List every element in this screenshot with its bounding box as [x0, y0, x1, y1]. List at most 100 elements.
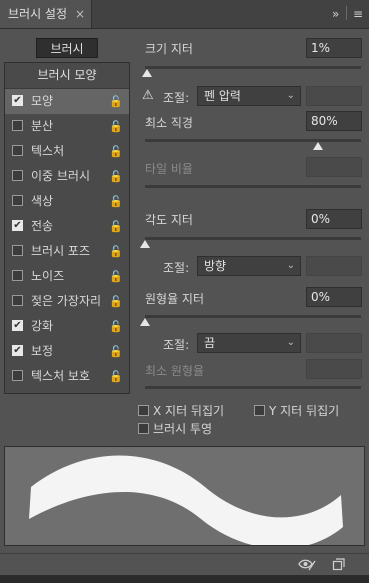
list-item-checkbox[interactable]: [12, 245, 23, 256]
list-item-label: 브러시 포즈: [31, 244, 91, 258]
list-item-label: 젖은 가장자리: [31, 294, 102, 308]
list-item-checkbox[interactable]: [12, 145, 23, 156]
flip-y-label: Y 지터 뒤집기: [269, 404, 340, 418]
lock-icon[interactable]: 🔓: [109, 139, 123, 164]
chevron-down-icon: ⌄: [286, 260, 295, 271]
list-item-label: 보정: [31, 344, 54, 358]
control-select-1[interactable]: 펜 압력 ⌄: [197, 86, 301, 106]
tab-title: 브러시 설정: [8, 7, 68, 21]
control-label-1: 조절:: [163, 91, 190, 105]
lock-icon[interactable]: 🔓: [109, 89, 123, 114]
tab-brush-settings[interactable]: 브러시 설정 ×: [0, 0, 92, 28]
control-extra-field-3: [306, 333, 362, 353]
angle-jitter-field[interactable]: 0%: [306, 209, 362, 229]
control-label-3: 조절:: [163, 338, 190, 352]
min-roundness-label: 최소 원형율: [145, 364, 205, 378]
flip-x-label: X 지터 뒤집기: [153, 404, 225, 418]
min-diameter-thumb[interactable]: [312, 142, 323, 150]
size-jitter-slider[interactable]: [145, 66, 361, 69]
list-item-label: 텍스처 보호: [31, 369, 91, 383]
list-item-checkbox[interactable]: [12, 195, 23, 206]
lock-icon[interactable]: 🔓: [109, 239, 123, 264]
angle-jitter-thumb[interactable]: [140, 240, 150, 248]
brush-settings-list: 브러시 모양 ✔ 모양 🔓 분산 🔓 텍스처 🔓 이중 브러시 🔓 색상 🔓 ✔ 전송 🔓 브러시 포즈 🔓 노…: [4, 62, 130, 394]
control-select-2-value: 방향: [204, 259, 227, 273]
panel-footer: [0, 553, 369, 576]
lock-icon[interactable]: 🔓: [109, 289, 123, 314]
list-item-checkbox[interactable]: ✔: [12, 320, 23, 331]
control-label-2: 조절:: [163, 261, 190, 275]
list-item[interactable]: ✔ 강화 🔓: [5, 314, 129, 339]
min-diameter-label: 최소 직경: [145, 116, 193, 130]
roundness-jitter-slider[interactable]: [145, 315, 361, 318]
control-extra-field-1: [306, 86, 362, 106]
list-item[interactable]: 분산 🔓: [5, 114, 129, 139]
list-item[interactable]: 색상 🔓: [5, 189, 129, 214]
bottom-strip: [0, 575, 369, 583]
lock-icon[interactable]: 🔓: [109, 114, 123, 139]
list-item-label: 강화: [31, 319, 54, 333]
angle-jitter-slider[interactable]: [145, 237, 361, 240]
roundness-jitter-thumb[interactable]: [140, 318, 150, 326]
collapse-icon[interactable]: »: [332, 7, 339, 21]
list-item-checkbox[interactable]: [12, 120, 23, 131]
chevron-down-icon: ⌄: [286, 337, 295, 348]
min-diameter-slider[interactable]: [145, 139, 361, 142]
lock-icon[interactable]: 🔓: [109, 339, 123, 364]
close-icon[interactable]: ×: [75, 0, 85, 28]
lock-icon[interactable]: 🔓: [109, 189, 123, 214]
list-item[interactable]: 이중 브러시 🔓: [5, 164, 129, 189]
brush-projection-label: 브러시 투영: [153, 422, 213, 436]
list-item[interactable]: ✔ 전송 🔓: [5, 214, 129, 239]
flip-y-checkbox[interactable]: [254, 405, 265, 416]
control-select-2[interactable]: 방향 ⌄: [197, 256, 301, 276]
control-select-1-value: 펜 압력: [204, 89, 241, 103]
list-item[interactable]: 텍스처 보호 🔓: [5, 364, 129, 389]
control-select-3[interactable]: 끔 ⌄: [197, 333, 301, 353]
list-item-label: 모양: [31, 94, 54, 108]
brush-projection-checkbox[interactable]: [138, 423, 149, 434]
control-extra-field-2: [306, 256, 362, 276]
list-item-label: 색상: [31, 194, 54, 208]
list-item-checkbox[interactable]: [12, 370, 23, 381]
list-item-label: 전송: [31, 219, 54, 233]
min-diameter-field[interactable]: 80%: [306, 111, 362, 131]
brush-presets-button[interactable]: 브러시: [36, 38, 98, 58]
size-jitter-field[interactable]: 1%: [306, 38, 362, 58]
list-item-label: 분산: [31, 119, 54, 133]
angle-jitter-label: 각도 지터: [145, 213, 193, 227]
list-item[interactable]: 브러시 포즈 🔓: [5, 239, 129, 264]
header-divider: [346, 6, 347, 20]
list-item-checkbox[interactable]: [12, 270, 23, 281]
list-item[interactable]: ✔ 모양 🔓: [5, 89, 129, 114]
eye-icon[interactable]: [298, 558, 316, 571]
list-item[interactable]: 젖은 가장자리 🔓: [5, 289, 129, 314]
list-item[interactable]: 텍스처 🔓: [5, 139, 129, 164]
lock-icon[interactable]: 🔓: [109, 314, 123, 339]
roundness-jitter-label: 원형율 지터: [145, 292, 205, 306]
warning-icon: ⚠: [142, 88, 154, 103]
list-item-checkbox[interactable]: [12, 170, 23, 181]
list-item-checkbox[interactable]: ✔: [12, 220, 23, 231]
flip-x-checkbox[interactable]: [138, 405, 149, 416]
lock-icon[interactable]: 🔓: [109, 264, 123, 289]
brush-tip-shape-item[interactable]: 브러시 모양: [5, 63, 129, 89]
list-item-label: 노이즈: [31, 269, 65, 283]
size-jitter-thumb[interactable]: [142, 69, 153, 77]
list-item-checkbox[interactable]: ✔: [12, 345, 23, 356]
lock-icon[interactable]: 🔓: [109, 364, 123, 389]
list-item-checkbox[interactable]: [12, 295, 23, 306]
chevron-down-icon: ⌄: [286, 90, 295, 101]
list-item[interactable]: ✔ 보정 🔓: [5, 339, 129, 364]
roundness-jitter-field[interactable]: 0%: [306, 287, 362, 307]
list-item-label: 텍스처: [31, 144, 65, 158]
list-item[interactable]: 노이즈 🔓: [5, 264, 129, 289]
min-roundness-slider: [145, 386, 361, 389]
panel-menu-icon[interactable]: ≡: [353, 7, 363, 21]
control-select-3-value: 끔: [204, 336, 216, 350]
lock-icon[interactable]: 🔓: [109, 214, 123, 239]
lock-icon[interactable]: 🔓: [109, 164, 123, 189]
new-preset-icon[interactable]: [332, 558, 345, 571]
list-item-checkbox[interactable]: ✔: [12, 95, 23, 106]
tilt-scale-slider: [145, 185, 361, 188]
